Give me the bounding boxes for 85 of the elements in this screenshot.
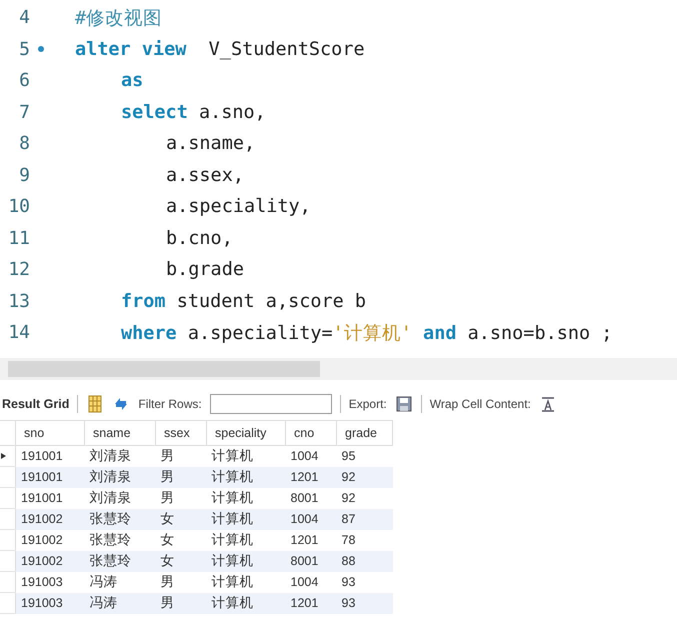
table-cell: 191001 xyxy=(16,488,84,508)
table-cell: 93 xyxy=(336,572,392,592)
result-grid-label: Result Grid xyxy=(2,397,70,411)
table-cell: 男 xyxy=(156,488,206,508)
table-cell: 刘清泉 xyxy=(84,466,156,488)
column-header[interactable]: grade xyxy=(336,420,392,446)
table-cell: 男 xyxy=(156,446,206,466)
scrollbar-thumb[interactable] xyxy=(8,361,320,377)
column-header[interactable]: ssex xyxy=(156,420,206,446)
code-line: b.grade xyxy=(165,259,244,280)
table-cell: 冯涛 xyxy=(84,572,156,592)
line-number: 6 xyxy=(18,70,30,92)
table-cell: 计算机 xyxy=(206,508,286,530)
table-cell: 191002 xyxy=(16,550,84,572)
line-number: 4 xyxy=(18,7,30,28)
line-number: 9 xyxy=(18,164,30,186)
table-cell: 1201 xyxy=(286,466,336,488)
code-line: b.cno, xyxy=(165,228,233,249)
table-cell: 计算机 xyxy=(206,572,286,592)
line-number: 5 xyxy=(18,38,30,60)
code-line: a.ssex, xyxy=(165,164,244,186)
table-cell: 1004 xyxy=(286,572,336,592)
table-cell: 1004 xyxy=(286,508,336,530)
export-label: Export: xyxy=(348,397,387,411)
table-cell: 1004 xyxy=(286,446,336,466)
code-line: a.speciality, xyxy=(165,196,311,218)
table-cell: 刘清泉 xyxy=(84,446,156,466)
line-number: 7 xyxy=(18,102,30,123)
table-cell: 88 xyxy=(336,550,392,572)
table-cell: 87 xyxy=(336,508,392,530)
code-line: where a.speciality='计算机' and a.sno=b.sno ; xyxy=(120,322,612,346)
table-cell: 冯涛 xyxy=(84,592,156,614)
table-cell: 张慧玲 xyxy=(84,508,156,530)
table-cell: 女 xyxy=(156,508,206,530)
table-cell: 93 xyxy=(336,592,392,614)
table-cell: 92 xyxy=(336,488,392,508)
table-cell: 计算机 xyxy=(206,488,286,508)
filter-rows-label: Filter Rows: xyxy=(138,397,202,411)
filter-field[interactable] xyxy=(210,394,332,414)
table-cell: 张慧玲 xyxy=(84,530,156,550)
table-cell: 191001 xyxy=(16,466,84,488)
code-line: alter view V_StudentScore xyxy=(75,38,365,60)
code-line: #修改视图 xyxy=(75,7,162,30)
line-number: 8 xyxy=(18,133,30,154)
table-cell: 计算机 xyxy=(206,446,286,466)
table-cell: 191002 xyxy=(16,530,84,550)
code-line: as xyxy=(120,70,144,92)
save-icon[interactable] xyxy=(394,395,413,413)
column-header[interactable]: sno xyxy=(16,420,84,446)
table-cell: 78 xyxy=(336,530,392,550)
table-cell: 计算机 xyxy=(206,466,286,488)
table-cell: 92 xyxy=(336,466,392,488)
table-cell: 张慧玲 xyxy=(84,550,156,572)
table-cell: 计算机 xyxy=(206,530,286,550)
table-cell: 95 xyxy=(336,446,392,466)
table-cell: 8001 xyxy=(286,550,336,572)
table-cell: 191003 xyxy=(16,592,84,614)
table-cell: 计算机 xyxy=(206,592,286,614)
table-cell: 1201 xyxy=(286,530,336,550)
table-cell: 计算机 xyxy=(206,550,286,572)
table-cell: 男 xyxy=(156,572,206,592)
table-cell: 女 xyxy=(156,550,206,572)
table-cell: 8001 xyxy=(286,488,336,508)
column-header[interactable]: speciality xyxy=(206,420,286,446)
table-cell: 1201 xyxy=(286,592,336,614)
table-cell: 191002 xyxy=(16,508,84,530)
line-number: 12 xyxy=(7,259,30,280)
line-number: 14 xyxy=(7,322,30,344)
line-number: 10 xyxy=(7,196,30,218)
table-cell: 女 xyxy=(156,530,206,550)
table-cell: 刘清泉 xyxy=(84,488,156,508)
column-header[interactable]: cno xyxy=(286,420,336,446)
code-line: a.sname, xyxy=(165,133,256,154)
scrollbar[interactable] xyxy=(0,358,677,380)
column-header[interactable]: sname xyxy=(84,420,156,446)
table-cell: 男 xyxy=(156,592,206,614)
grid-icon[interactable] xyxy=(86,395,104,413)
table-cell: 男 xyxy=(156,466,206,488)
wrap-cell-content-label: Wrap Cell Content: xyxy=(430,397,531,411)
code-line: from student a,score b xyxy=(120,290,366,312)
code-line: select a.sno, xyxy=(120,102,266,123)
table-cell: 191001 xyxy=(16,446,84,466)
line-number: 13 xyxy=(7,290,30,312)
table-cell: 191003 xyxy=(16,572,84,592)
line-number: 11 xyxy=(7,228,30,249)
